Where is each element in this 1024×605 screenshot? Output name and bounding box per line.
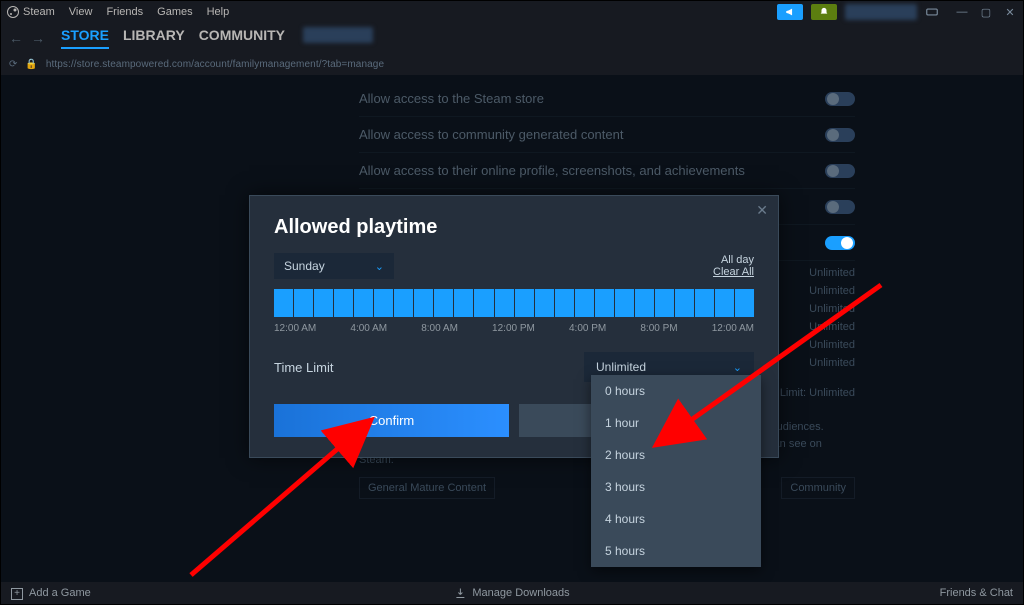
sched-r5: Unlimited (809, 339, 855, 351)
option-0-hours[interactable]: 0 hours (591, 375, 761, 407)
footer: +Add a Game Manage Downloads Friends & C… (1, 582, 1023, 604)
sched-r3: Unlimited (809, 303, 855, 315)
announce-icon[interactable] (777, 4, 803, 20)
day-select[interactable]: Sunday ⌄ (274, 253, 394, 279)
manage-downloads-button[interactable]: Manage Downloads (454, 587, 569, 599)
titlebar: Steam View Friends Games Help — ▢ ✕ (1, 1, 1023, 23)
chevron-down-icon: ⌄ (733, 361, 742, 374)
allday-label: All day (713, 254, 754, 266)
clear-all-link[interactable]: Clear All (713, 266, 754, 278)
day-select-label: Sunday (284, 259, 325, 273)
tab-community[interactable]: COMMUNITY (199, 27, 285, 49)
toggle-community[interactable] (825, 128, 855, 142)
sched-r1: Unlimited (809, 267, 855, 279)
menu-help[interactable]: Help (207, 6, 230, 18)
close-icon[interactable]: ✕ (1003, 6, 1017, 19)
toggle-store[interactable] (825, 92, 855, 106)
bell-icon[interactable] (811, 4, 837, 20)
setting-community-content: Allow access to community generated cont… (359, 127, 623, 142)
menu-friends[interactable]: Friends (106, 6, 143, 18)
lock-icon: 🔒 (25, 59, 37, 70)
tab-store[interactable]: STORE (61, 27, 109, 49)
toggle-hidden[interactable] (825, 200, 855, 214)
modal-close-icon[interactable]: ✕ (756, 202, 768, 219)
option-4-hours[interactable]: 4 hours (591, 503, 761, 535)
menu-games[interactable]: Games (157, 6, 192, 18)
modal-title: Allowed playtime (274, 216, 754, 239)
friends-chat-button[interactable]: Friends & Chat (940, 587, 1013, 599)
setting-profile-access: Allow access to their online profile, sc… (359, 163, 745, 178)
option-2-hours[interactable]: 2 hours (591, 439, 761, 471)
time-limit-dropdown[interactable]: 0 hours 1 hour 2 hours 3 hours 4 hours 5… (591, 375, 761, 567)
sched-r2: Unlimited (809, 285, 855, 297)
chevron-down-icon: ⌄ (375, 260, 384, 273)
confirm-button[interactable]: Confirm (274, 404, 509, 437)
forward-icon[interactable]: → (31, 30, 45, 46)
sat-limit: Limit: Unlimited (780, 387, 855, 399)
steam-logo[interactable]: Steam (7, 6, 55, 18)
vr-icon[interactable] (925, 5, 939, 19)
option-1-hour[interactable]: 1 hour (591, 407, 761, 439)
maximize-icon[interactable]: ▢ (979, 6, 993, 19)
menu-steam[interactable]: Steam (23, 6, 55, 18)
url-text[interactable]: https://store.steampowered.com/account/f… (46, 59, 384, 70)
tab-user[interactable] (303, 27, 373, 43)
refresh-icon[interactable]: ⟳ (9, 59, 17, 70)
time-labels: 12:00 AM 4:00 AM 8:00 AM 12:00 PM 4:00 P… (274, 323, 754, 334)
content-area: Allow access to the Steam store Allow ac… (1, 75, 1023, 582)
tab-library[interactable]: LIBRARY (123, 27, 185, 49)
community-box[interactable]: Community (781, 477, 855, 499)
option-3-hours[interactable]: 3 hours (591, 471, 761, 503)
minimize-icon[interactable]: — (955, 6, 969, 19)
sched-r4: Unlimited (809, 321, 855, 333)
menu-view[interactable]: View (69, 6, 93, 18)
toggle-profile[interactable] (825, 164, 855, 178)
address-bar: ⟳ 🔒 https://store.steampowered.com/accou… (1, 53, 1023, 75)
option-5-hours[interactable]: 5 hours (591, 535, 761, 567)
add-game-button[interactable]: +Add a Game (11, 587, 91, 600)
sched-r6: Unlimited (809, 357, 855, 369)
time-limit-label: Time Limit (274, 360, 333, 375)
time-limit-value: Unlimited (596, 360, 646, 374)
time-bar[interactable] (274, 289, 754, 317)
setting-store-access: Allow access to the Steam store (359, 91, 544, 106)
back-icon[interactable]: ← (9, 30, 23, 46)
navbar: ← → STORE LIBRARY COMMUNITY (1, 23, 1023, 53)
download-icon (454, 587, 466, 599)
mature-box[interactable]: General Mature Content (359, 477, 495, 499)
toggle-on[interactable] (825, 236, 855, 250)
user-menu[interactable] (845, 4, 917, 20)
